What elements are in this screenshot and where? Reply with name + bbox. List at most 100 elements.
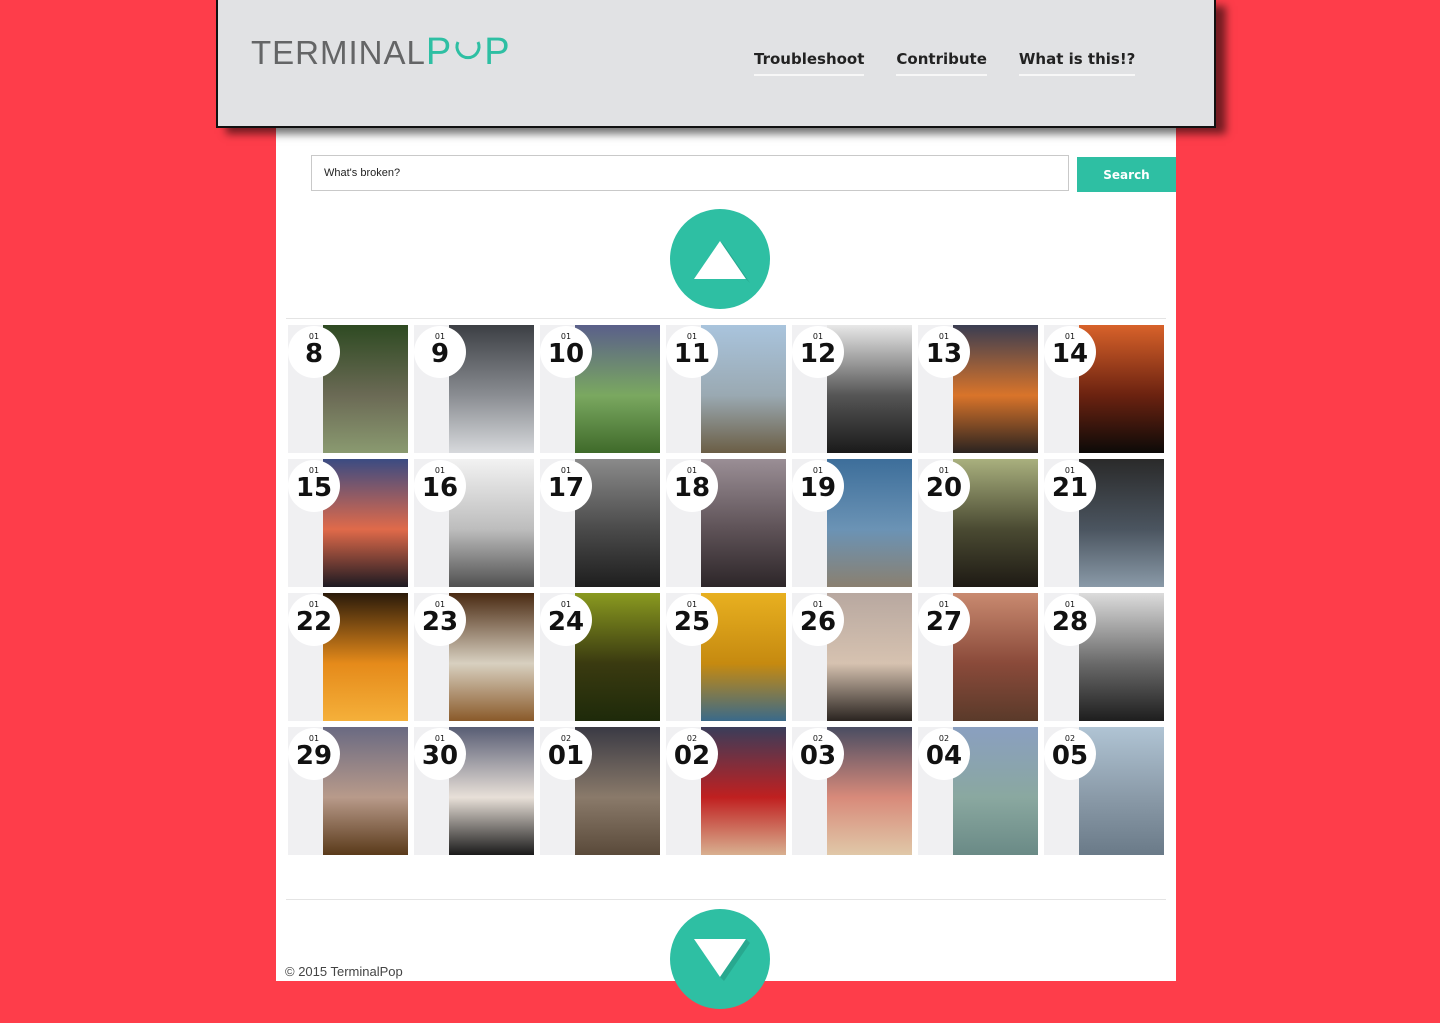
date-badge: 01 23 <box>414 594 466 646</box>
date-day: 13 <box>925 339 963 369</box>
day-tile[interactable]: 01 10 <box>540 325 660 453</box>
day-tile[interactable]: 01 25 <box>666 593 786 721</box>
triangle-down-icon <box>694 939 750 981</box>
date-badge: 01 28 <box>1044 594 1096 646</box>
date-day: 14 <box>1051 339 1089 369</box>
divider-bottom <box>286 899 1166 900</box>
date-badge: 01 12 <box>792 326 844 378</box>
date-badge: 01 11 <box>666 326 718 378</box>
day-tile[interactable]: 01 26 <box>792 593 912 721</box>
divider-top <box>286 318 1166 319</box>
triangle-up-icon <box>694 241 750 283</box>
copyright: © 2015 TerminalPop <box>285 964 403 979</box>
nav-contribute[interactable]: Contribute <box>896 50 987 76</box>
date-badge: 02 01 <box>540 728 592 780</box>
date-badge: 01 15 <box>288 460 340 512</box>
date-day: 8 <box>304 339 324 369</box>
date-badge: 01 21 <box>1044 460 1096 512</box>
date-day: 28 <box>1051 607 1089 637</box>
date-day: 04 <box>925 741 963 771</box>
date-badge: 01 10 <box>540 326 592 378</box>
date-day: 19 <box>799 473 837 503</box>
date-badge: 01 17 <box>540 460 592 512</box>
date-day: 18 <box>673 473 711 503</box>
day-tile[interactable]: 01 9 <box>414 325 534 453</box>
date-badge: 01 30 <box>414 728 466 780</box>
date-badge: 02 04 <box>918 728 970 780</box>
search-input[interactable] <box>311 155 1069 191</box>
nav-what-is-this[interactable]: What is this!? <box>1018 50 1136 76</box>
date-day: 17 <box>547 473 585 503</box>
date-badge: 01 8 <box>288 326 340 378</box>
day-tile[interactable]: 01 30 <box>414 727 534 855</box>
day-tile[interactable]: 01 23 <box>414 593 534 721</box>
search-button[interactable]: Search <box>1077 157 1176 192</box>
day-tile[interactable]: 01 18 <box>666 459 786 587</box>
day-tile[interactable]: 01 11 <box>666 325 786 453</box>
date-day: 05 <box>1051 741 1089 771</box>
date-badge: 01 16 <box>414 460 466 512</box>
logo-o-icon <box>455 41 481 60</box>
day-tile[interactable]: 01 19 <box>792 459 912 587</box>
day-tile[interactable]: 01 12 <box>792 325 912 453</box>
day-tile[interactable]: 01 27 <box>918 593 1038 721</box>
logo[interactable]: TERMINAL PP <box>251 31 511 73</box>
logo-text-pop: PP <box>425 31 511 73</box>
date-day: 03 <box>799 741 837 771</box>
day-tile[interactable]: 02 03 <box>792 727 912 855</box>
date-badge: 01 22 <box>288 594 340 646</box>
date-badge: 02 05 <box>1044 728 1096 780</box>
logo-text-terminal: TERMINAL <box>251 34 426 71</box>
main-panel: Search 018019011001110112011301140115011… <box>276 0 1176 981</box>
day-tile[interactable]: 01 28 <box>1044 593 1164 721</box>
date-day: 15 <box>295 473 333 503</box>
day-tile[interactable]: 01 21 <box>1044 459 1164 587</box>
date-badge: 01 18 <box>666 460 718 512</box>
date-day: 26 <box>799 607 837 637</box>
date-day: 11 <box>673 339 711 369</box>
nav-troubleshoot[interactable]: Troubleshoot <box>754 50 865 76</box>
date-day: 24 <box>547 607 585 637</box>
date-badge: 01 13 <box>918 326 970 378</box>
date-day: 20 <box>925 473 963 503</box>
date-day: 10 <box>547 339 585 369</box>
date-badge: 01 25 <box>666 594 718 646</box>
date-badge: 01 24 <box>540 594 592 646</box>
day-tile[interactable]: 01 29 <box>288 727 408 855</box>
date-day: 02 <box>673 741 711 771</box>
date-day: 25 <box>673 607 711 637</box>
day-tile[interactable]: 01 22 <box>288 593 408 721</box>
site-header: TERMINAL PP Troubleshoot Contribute What… <box>216 0 1216 128</box>
day-tile[interactable]: 01 24 <box>540 593 660 721</box>
scroll-down-button[interactable] <box>670 909 770 1009</box>
date-day: 30 <box>421 741 459 771</box>
day-tile[interactable]: 02 05 <box>1044 727 1164 855</box>
date-day: 22 <box>295 607 333 637</box>
date-day: 01 <box>547 741 585 771</box>
day-tile[interactable]: 02 01 <box>540 727 660 855</box>
date-day: 29 <box>295 741 333 771</box>
date-day: 16 <box>421 473 459 503</box>
date-badge: 01 26 <box>792 594 844 646</box>
date-badge: 01 27 <box>918 594 970 646</box>
scroll-up-button[interactable] <box>670 209 770 309</box>
day-tile[interactable]: 02 04 <box>918 727 1038 855</box>
date-badge: 01 19 <box>792 460 844 512</box>
calendar-grid: 01 8 01 9 01 10 01 11 01 12 01 13 01 14 01 15 01 16 01 17 01… <box>288 325 1164 855</box>
date-badge: 02 03 <box>792 728 844 780</box>
date-badge: 01 29 <box>288 728 340 780</box>
date-day: 27 <box>925 607 963 637</box>
date-badge: 02 02 <box>666 728 718 780</box>
day-tile[interactable]: 01 16 <box>414 459 534 587</box>
day-tile[interactable]: 01 17 <box>540 459 660 587</box>
date-badge: 01 20 <box>918 460 970 512</box>
main-nav: Troubleshoot Contribute What is this!? <box>754 50 1136 76</box>
day-tile[interactable]: 01 15 <box>288 459 408 587</box>
day-tile[interactable]: 01 8 <box>288 325 408 453</box>
date-badge: 01 9 <box>414 326 466 378</box>
day-tile[interactable]: 01 20 <box>918 459 1038 587</box>
day-tile[interactable]: 02 02 <box>666 727 786 855</box>
day-tile[interactable]: 01 13 <box>918 325 1038 453</box>
day-tile[interactable]: 01 14 <box>1044 325 1164 453</box>
date-day: 23 <box>421 607 459 637</box>
